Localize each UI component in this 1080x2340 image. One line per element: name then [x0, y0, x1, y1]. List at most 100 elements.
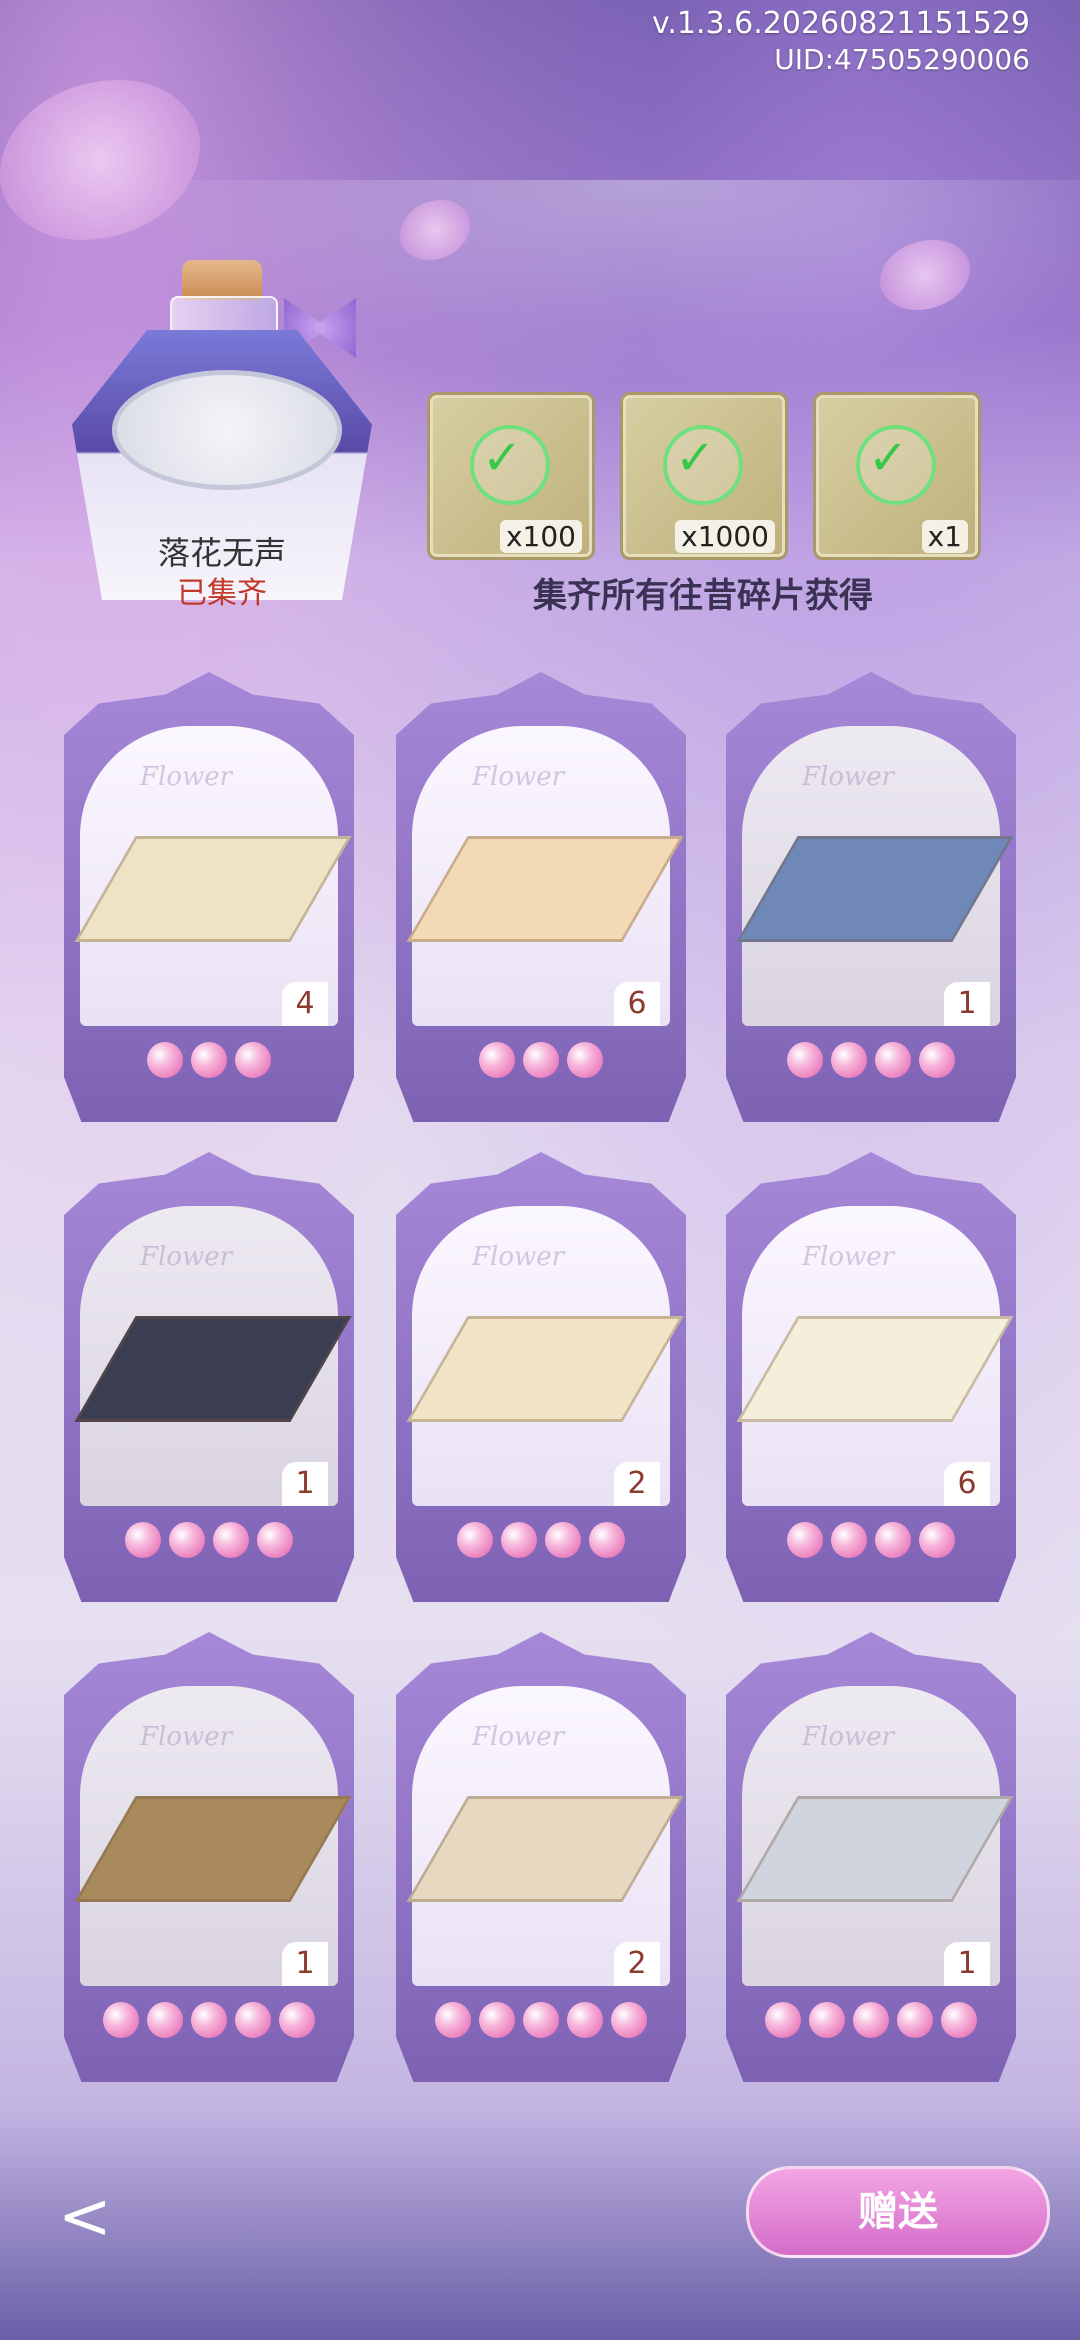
fragment-count: 6: [944, 1462, 990, 1506]
rarity-stars: [396, 1042, 686, 1082]
version-info: v.1.3.6.20260821151529 UID:47505290006: [652, 6, 1030, 78]
fragment-count: 1: [282, 1462, 328, 1506]
pearl-star-icon: [479, 2002, 515, 2038]
watermark-text: Flower: [802, 1242, 895, 1272]
reward-qty: x100: [499, 520, 582, 553]
fragment-card[interactable]: Flower 2: [396, 1632, 686, 2082]
pearl-star-icon: [941, 2002, 977, 2038]
pearl-star-icon: [457, 1522, 493, 1558]
pearl-star-icon: [787, 1522, 823, 1558]
rarity-stars: [726, 1522, 1016, 1562]
fragment-count: 1: [944, 1942, 990, 1986]
rug-image: [736, 836, 1014, 942]
pearl-star-icon: [279, 2002, 315, 2038]
card-image-area: Flower 2: [406, 1686, 684, 1986]
fragment-count: 2: [614, 1942, 660, 1986]
rug-image: [406, 1796, 684, 1902]
rarity-stars: [396, 1522, 686, 1562]
pearl-star-icon: [919, 1522, 955, 1558]
card-image-area: Flower 2: [406, 1206, 684, 1506]
pearl-star-icon: [897, 2002, 933, 2038]
fragment-card[interactable]: Flower 6: [396, 672, 686, 1122]
fragment-card[interactable]: Flower 1: [726, 1632, 1016, 2082]
pearl-star-icon: [191, 1042, 227, 1078]
collection-rug-image: [112, 370, 342, 490]
reward-item[interactable]: ✓ x100: [427, 392, 595, 560]
pearl-star-icon: [213, 1522, 249, 1558]
fragment-count: 6: [614, 982, 660, 1026]
check-icon: ✓: [482, 430, 523, 486]
fragment-card[interactable]: Flower 4: [64, 672, 354, 1122]
pearl-star-icon: [875, 1522, 911, 1558]
pearl-star-icon: [103, 2002, 139, 2038]
pearl-star-icon: [235, 2002, 271, 2038]
pearl-star-icon: [809, 2002, 845, 2038]
card-image-area: Flower 1: [736, 1686, 1014, 1986]
watermark-text: Flower: [802, 762, 895, 792]
pearl-star-icon: [853, 2002, 889, 2038]
card-image-area: Flower 4: [74, 726, 352, 1026]
check-icon: ✓: [675, 430, 716, 486]
pearl-star-icon: [523, 1042, 559, 1078]
fragment-card[interactable]: Flower 1: [64, 1152, 354, 1602]
watermark-text: Flower: [140, 762, 233, 792]
rug-image: [736, 1316, 1014, 1422]
rug-image: [406, 1316, 684, 1422]
rarity-stars: [396, 2002, 686, 2042]
rarity-stars: [726, 2002, 1016, 2042]
fragment-card[interactable]: Flower 6: [726, 1152, 1016, 1602]
rarity-stars: [726, 1042, 1016, 1082]
card-image-area: Flower 6: [406, 726, 684, 1026]
collection-status: 已集齐: [177, 576, 267, 611]
collection-bottle[interactable]: 落花无声 已集齐: [72, 260, 372, 611]
version-text: v.1.3.6.20260821151529: [651, 6, 1030, 41]
reward-qty: x1: [921, 520, 968, 553]
pearl-star-icon: [479, 1042, 515, 1078]
watermark-text: Flower: [802, 1722, 895, 1752]
pearl-star-icon: [435, 2002, 471, 2038]
rarity-stars: [64, 1522, 354, 1562]
watermark-text: Flower: [140, 1722, 233, 1752]
rug-image: [74, 836, 352, 942]
rarity-stars: [64, 1042, 354, 1082]
pearl-star-icon: [257, 1522, 293, 1558]
pearl-star-icon: [147, 1042, 183, 1078]
fragment-card[interactable]: Flower 1: [64, 1632, 354, 2082]
pearl-star-icon: [567, 2002, 603, 2038]
pearl-star-icon: [235, 1042, 271, 1078]
pearl-star-icon: [875, 1042, 911, 1078]
pearl-star-icon: [169, 1522, 205, 1558]
back-button[interactable]: <: [58, 2180, 112, 2254]
pearl-star-icon: [611, 2002, 647, 2038]
reward-item[interactable]: ✓ x1: [813, 392, 981, 560]
card-image-area: Flower 1: [74, 1686, 352, 1986]
rewards-caption: 集齐所有往昔碎片获得: [533, 576, 873, 616]
card-image-area: Flower 1: [74, 1206, 352, 1506]
rug-image: [736, 1796, 1014, 1902]
pearl-star-icon: [589, 1522, 625, 1558]
pearl-star-icon: [523, 2002, 559, 2038]
fragment-card[interactable]: Flower 1: [726, 672, 1016, 1122]
rug-image: [406, 836, 684, 942]
pearl-star-icon: [147, 2002, 183, 2038]
uid-text: UID:47505290006: [774, 43, 1030, 76]
watermark-text: Flower: [472, 1242, 565, 1272]
rarity-stars: [64, 2002, 354, 2042]
reward-list: ✓ x100 ✓ x1000 ✓ x1: [427, 392, 981, 560]
pearl-star-icon: [125, 1522, 161, 1558]
fragment-count: 2: [614, 1462, 660, 1506]
pearl-star-icon: [787, 1042, 823, 1078]
fragment-card[interactable]: Flower 2: [396, 1152, 686, 1602]
pearl-star-icon: [567, 1042, 603, 1078]
reward-item[interactable]: ✓ x1000: [620, 392, 788, 560]
watermark-text: Flower: [472, 762, 565, 792]
pearl-star-icon: [545, 1522, 581, 1558]
fragment-count: 1: [282, 1942, 328, 1986]
fragment-count: 4: [282, 982, 328, 1026]
pearl-star-icon: [501, 1522, 537, 1558]
check-icon: ✓: [868, 430, 909, 486]
card-image-area: Flower 6: [736, 1206, 1014, 1506]
pearl-star-icon: [831, 1522, 867, 1558]
pearl-star-icon: [191, 2002, 227, 2038]
gift-button[interactable]: 赠送: [746, 2166, 1050, 2258]
